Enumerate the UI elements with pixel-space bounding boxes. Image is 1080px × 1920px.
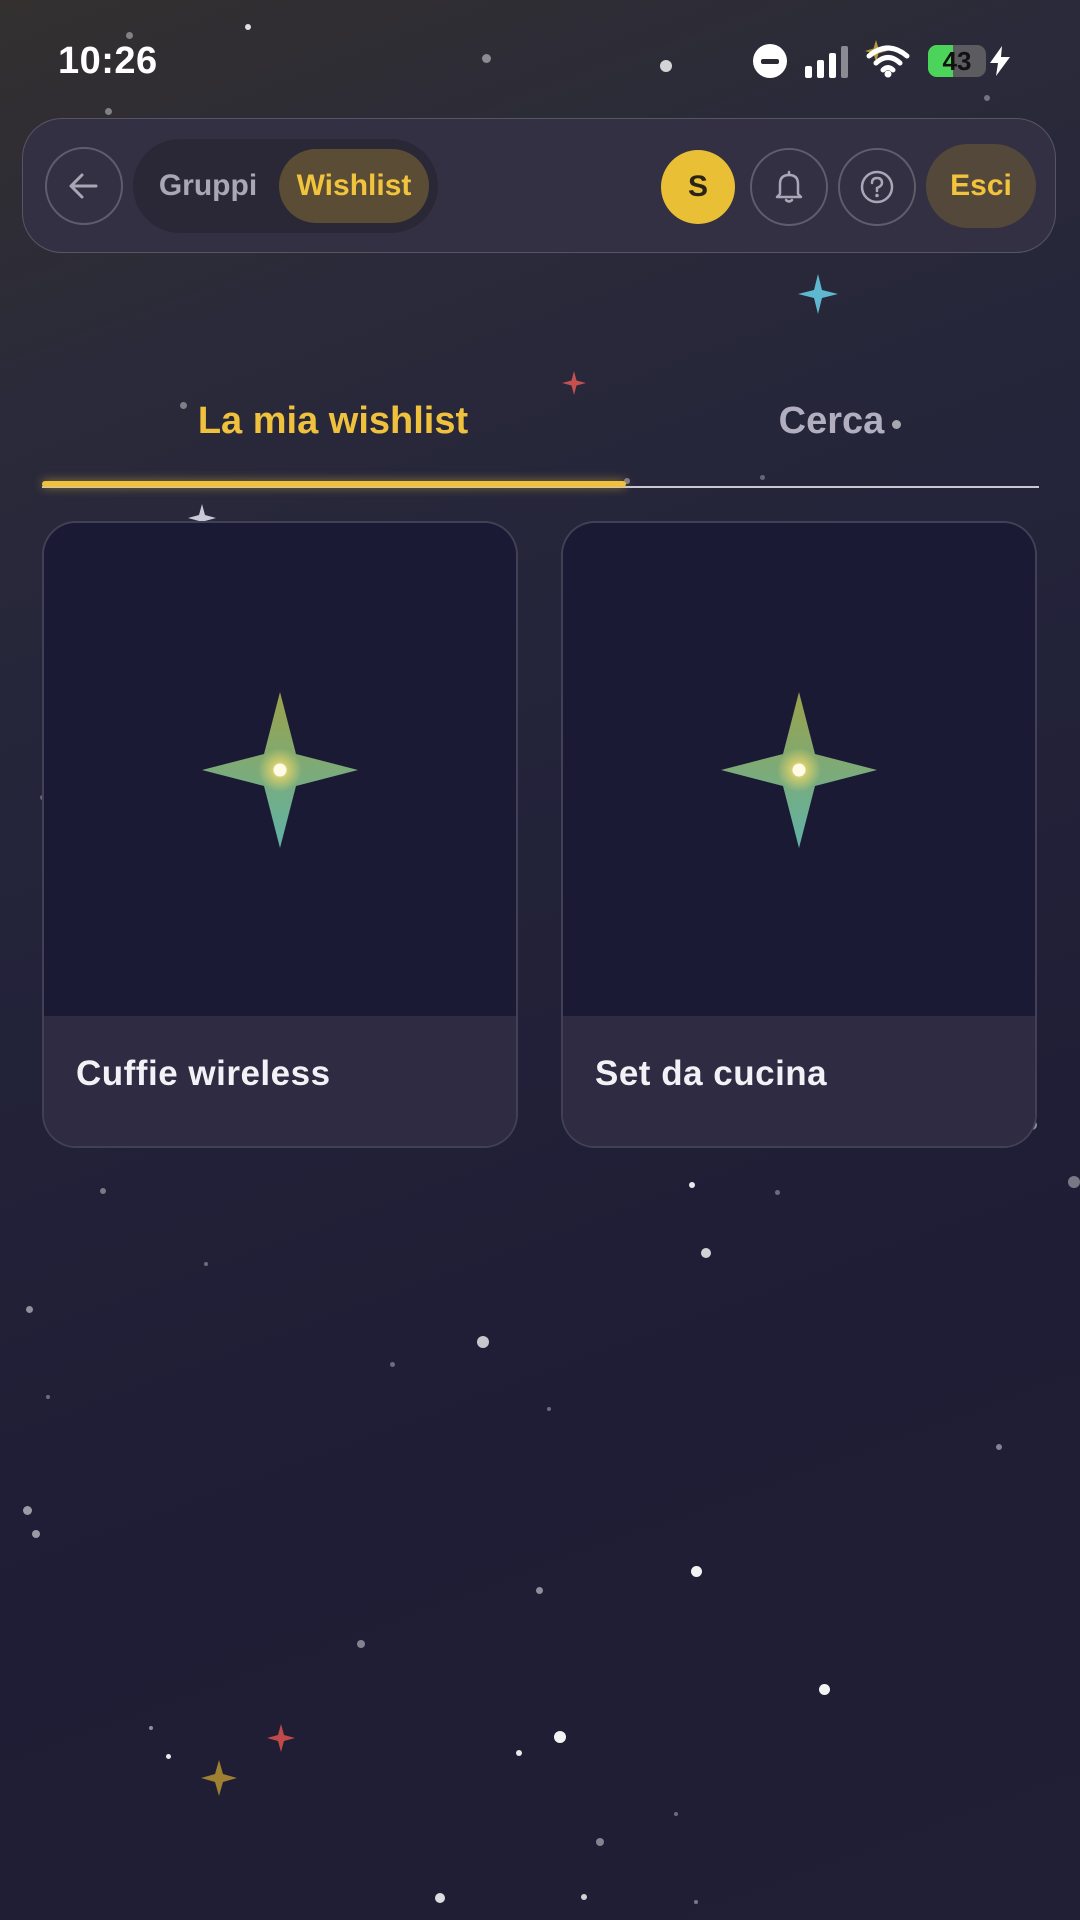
battery-indicator: 43 [928,45,1010,77]
item-image-placeholder [44,523,516,1016]
arrow-left-icon [69,173,98,199]
status-icons: 43 [753,44,1010,78]
sparkle-icon [202,691,358,848]
do-not-disturb-icon [753,44,787,78]
tab-search[interactable]: Cerca [624,400,1039,443]
back-button[interactable] [45,147,123,225]
item-card-footer: Set da cucina [563,1016,1035,1146]
section-switcher: Gruppi Wishlist [133,139,438,233]
logout-button[interactable]: Esci [926,144,1036,228]
item-card-footer: Cuffie wireless [44,1016,516,1146]
signal-icon [805,44,848,78]
sparkle-icon [721,691,877,848]
status-bar: 10:26 43 [0,0,1080,120]
help-circle-icon [860,170,894,204]
notifications-button[interactable] [750,148,828,226]
item-title: Cuffie wireless [76,1054,331,1093]
top-navigation-bar: Gruppi Wishlist S Esci [22,118,1056,253]
status-time: 10:26 [58,40,158,82]
help-button[interactable] [838,148,916,226]
wishlist-item-card[interactable]: Set da cucina [561,521,1037,1148]
item-image-placeholder [563,523,1035,1016]
segment-gruppi[interactable]: Gruppi [143,149,273,223]
battery-level: 43 [942,45,972,76]
wishlist-tabs: La mia wishlist Cerca [42,380,1039,490]
segment-wishlist[interactable]: Wishlist [279,149,429,223]
charging-bolt-icon [990,46,1010,76]
tab-my-wishlist[interactable]: La mia wishlist [42,400,624,443]
bell-icon [775,170,803,203]
wishlist-item-card[interactable]: Cuffie wireless [42,521,518,1148]
item-title: Set da cucina [595,1054,828,1093]
active-tab-indicator [42,481,626,487]
wifi-icon [866,45,910,78]
user-avatar[interactable]: S [661,150,735,224]
